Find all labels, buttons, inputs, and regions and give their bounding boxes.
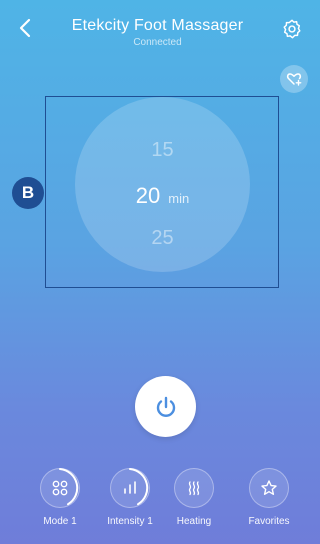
- timer-option-current[interactable]: 20 min: [75, 183, 250, 209]
- timer-current-value: 20: [135, 183, 161, 208]
- header: Etekcity Foot Massager Connected: [0, 0, 315, 70]
- intensity-label: Intensity 1: [107, 516, 153, 527]
- intensity-control[interactable]: Intensity 1: [97, 468, 163, 527]
- star-icon: [261, 480, 277, 495]
- page-title: Etekcity Foot Massager: [71, 17, 244, 34]
- intensity-level-arc-icon: [129, 468, 149, 506]
- favorite-heart-button[interactable]: [280, 65, 308, 93]
- connection-status: Connected: [133, 37, 182, 48]
- heating-control[interactable]: Heating: [161, 468, 227, 527]
- mode-level-arc-icon: [59, 468, 79, 506]
- favorites-label: Favorites: [248, 516, 290, 527]
- annotation-badge: B: [12, 177, 44, 209]
- mode-button[interactable]: [40, 468, 80, 508]
- timer-unit: min: [168, 191, 190, 206]
- favorites-button[interactable]: [249, 468, 289, 508]
- intensity-button[interactable]: [110, 468, 150, 508]
- timer-option-next[interactable]: 25: [75, 227, 250, 250]
- heating-button[interactable]: [174, 468, 214, 508]
- mode-control[interactable]: Mode 1: [27, 468, 93, 527]
- timer-option-prev[interactable]: 15: [75, 139, 250, 162]
- power-button[interactable]: [135, 376, 196, 437]
- mode-label: Mode 1: [43, 516, 77, 527]
- settings-gear-icon[interactable]: [281, 18, 303, 40]
- favorites-control[interactable]: Favorites: [236, 468, 302, 527]
- heating-icon: [188, 481, 200, 496]
- timer-dial[interactable]: 15 20 min 25: [75, 97, 250, 272]
- power-icon: [156, 396, 175, 417]
- heating-label: Heating: [176, 516, 212, 527]
- heart-plus-icon: [286, 73, 302, 86]
